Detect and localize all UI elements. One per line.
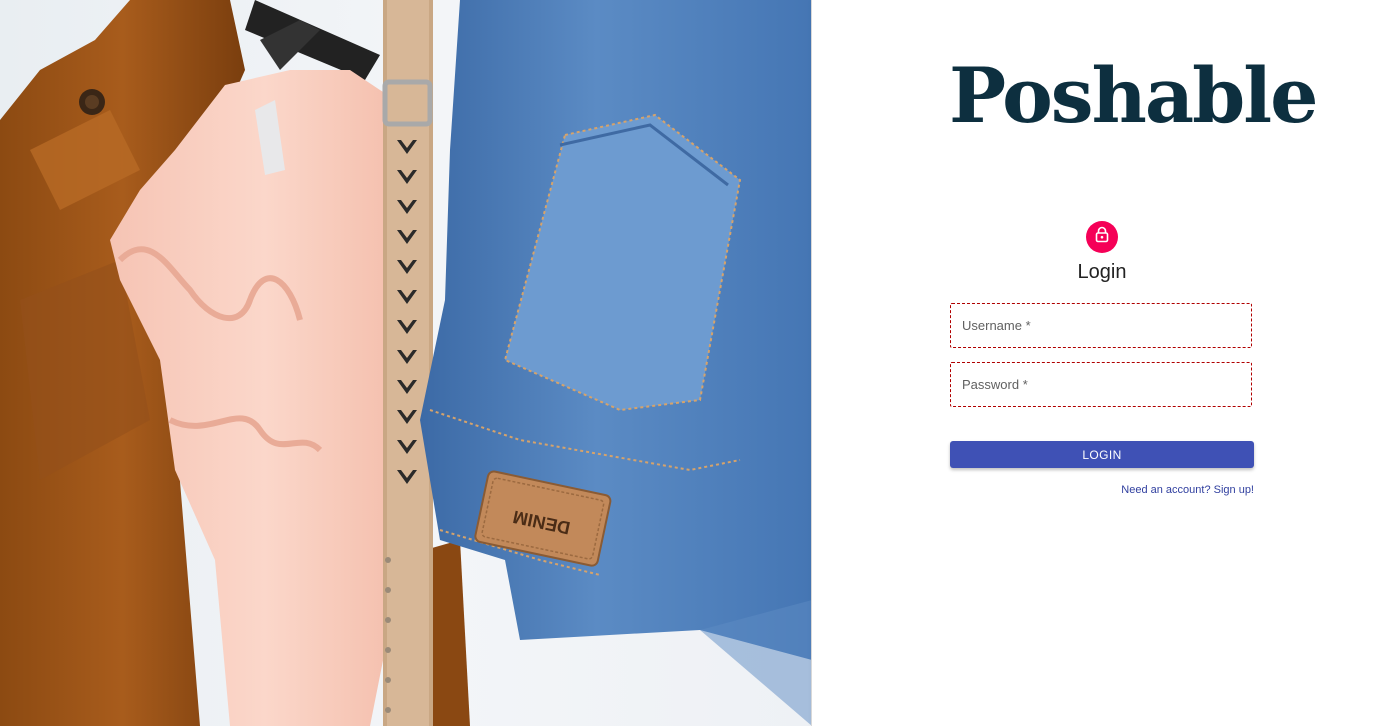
signup-link[interactable]: Need an account? Sign up! [1121,483,1254,497]
username-input[interactable] [951,304,1251,347]
login-button[interactable]: LOGIN [950,441,1254,468]
password-field[interactable]: Password * [950,362,1252,407]
brand-logo: Poshable [949,51,1318,140]
username-field[interactable]: Username * [950,303,1252,348]
lock-icon [1094,226,1110,248]
password-input[interactable] [951,363,1251,406]
hero-image: DENIM [0,0,812,726]
lock-avatar [1086,221,1118,253]
login-heading: Login [1077,261,1127,283]
login-panel: Poshable Login Username * Password * LOG… [812,0,1392,726]
